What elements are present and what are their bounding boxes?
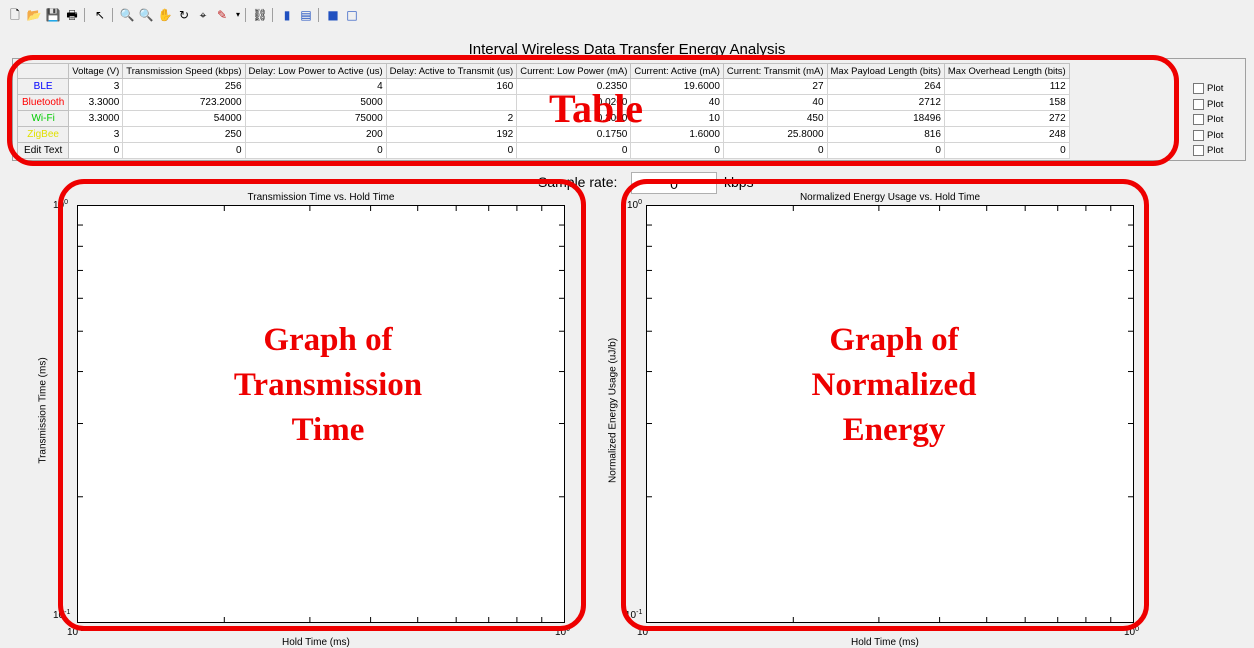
plot-label: Plot xyxy=(1207,98,1224,110)
plot-label: Plot xyxy=(1207,129,1224,141)
checkbox-icon[interactable] xyxy=(1193,129,1204,141)
legend-icon[interactable]: ▤ xyxy=(298,7,314,23)
link-plot-icon[interactable]: ⛓ xyxy=(252,7,268,23)
colorbar-icon[interactable]: ▮ xyxy=(279,7,295,23)
hide-plot-tools-icon[interactable]: ■ xyxy=(325,7,341,23)
plot-checkbox-bluetooth[interactable]: Plot xyxy=(1193,97,1223,113)
toolbar-separator xyxy=(245,8,246,22)
plot-label: Plot xyxy=(1207,114,1224,126)
zoom-in-icon[interactable]: 🔍 xyxy=(119,7,135,23)
zoom-out-icon[interactable]: 🔍 xyxy=(138,7,154,23)
data-cursor-icon[interactable]: ⌖ xyxy=(195,7,211,23)
brush-icon[interactable]: ✎ xyxy=(214,7,230,23)
pan-icon[interactable]: ✋ xyxy=(157,7,173,23)
plot-checkbox-ble[interactable]: Plot xyxy=(1193,81,1223,97)
plot-label: Plot xyxy=(1207,83,1224,95)
checkbox-icon[interactable] xyxy=(1193,83,1204,95)
table-annotation-label: Table xyxy=(548,86,644,131)
checkbox-icon[interactable] xyxy=(1193,98,1204,110)
plot-label: Plot xyxy=(1207,145,1224,157)
graph2-annotation-label: Graph of Normalized Energy xyxy=(744,318,1044,453)
save-icon[interactable]: 💾 xyxy=(45,7,61,23)
checkbox-icon[interactable] xyxy=(1193,145,1204,157)
plot-checkbox-column: Plot Plot Plot Plot Plot xyxy=(1193,81,1223,159)
annotation-line: Energy xyxy=(842,412,946,448)
figure-toolbar: 🗋 📂 💾 🖶 ↖ 🔍 🔍 ✋ ↻ ⌖ ✎ ▾ ⛓ ▮ ▤ ■ □ xyxy=(0,0,1254,28)
pointer-icon[interactable]: ↖ xyxy=(92,7,108,23)
toolbar-separator xyxy=(272,8,273,22)
open-file-icon[interactable]: 📂 xyxy=(26,7,42,23)
graph1-annotation-label: Graph of Transmission Time xyxy=(178,318,478,453)
axes2-xlabel: Hold Time (ms) xyxy=(851,637,919,648)
print-icon[interactable]: 🖶 xyxy=(64,7,80,23)
axes1-xlabel: Hold Time (ms) xyxy=(282,637,350,648)
toolbar-separator xyxy=(84,8,85,22)
plot-checkbox-wifi[interactable]: Plot xyxy=(1193,112,1223,128)
axes2-ylabel: Normalized Energy Usage (uJ/b) xyxy=(607,337,619,484)
annotation-line: Time xyxy=(291,412,365,448)
plot-checkbox-zigbee[interactable]: Plot xyxy=(1193,128,1223,144)
rotate-3d-icon[interactable]: ↻ xyxy=(176,7,192,23)
toolbar-separator xyxy=(318,8,319,22)
new-figure-icon[interactable]: 🗋 xyxy=(7,7,23,23)
annotation-line: Graph of xyxy=(829,322,959,358)
plot-checkbox-edit-text[interactable]: Plot xyxy=(1193,143,1223,159)
annotation-line: Graph of xyxy=(263,322,393,358)
annotation-line: Normalized xyxy=(811,367,977,403)
axes1-ylabel: Transmission Time (ms) xyxy=(37,357,49,464)
checkbox-icon[interactable] xyxy=(1193,114,1204,126)
brush-dropdown-icon[interactable]: ▾ xyxy=(230,7,246,23)
toolbar-separator xyxy=(112,8,113,22)
annotation-line: Transmission xyxy=(233,367,423,403)
show-plot-tools-icon[interactable]: □ xyxy=(344,7,360,23)
